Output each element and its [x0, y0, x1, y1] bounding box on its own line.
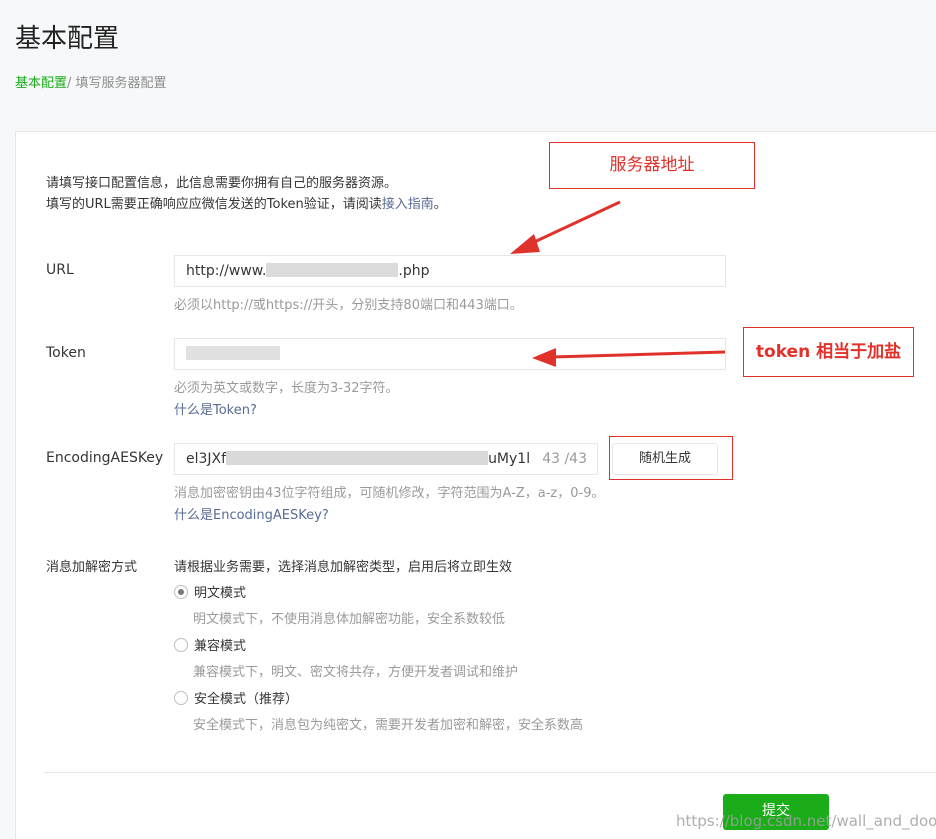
redacted-url-segment	[266, 262, 399, 277]
breadcrumb-current: 填写服务器配置	[75, 76, 167, 91]
redacted-token	[186, 345, 280, 360]
intro-line-2-prefix: 填写的URL需要正确响应应微信发送的Token验证，请阅读	[46, 197, 382, 212]
radio-unchecked-icon[interactable]	[174, 691, 188, 705]
token-tip: 必须为英文或数字，长度为3-32字符。	[174, 381, 399, 396]
aes-key-counter: 43 /43	[542, 451, 587, 467]
radio-option-plaintext-desc: 明文模式下，不使用消息体加解密功能，安全系数较低	[193, 612, 506, 627]
intro-line-2: 填写的URL需要正确响应应微信发送的Token验证，请阅读接入指南。	[46, 194, 447, 215]
aes-key-tip: 消息加密密钥由43位字符组成，可随机修改，字符范围为A-Z，a-z，0-9。	[174, 486, 605, 501]
radio-option-plaintext-label: 明文模式	[194, 586, 247, 601]
encryption-mode-label: 消息加解密方式	[46, 560, 138, 575]
radio-unchecked-icon[interactable]	[174, 638, 188, 652]
radio-option-secure[interactable]: 安全模式（推荐）	[174, 688, 298, 707]
token-label: Token	[46, 345, 86, 361]
aes-key-value-prefix: el3JXf	[186, 451, 227, 467]
url-tip: 必须以http://或https://开头，分别支持80端口和443端口。	[174, 298, 523, 313]
what-is-aes-key-link[interactable]: 什么是EncodingAESKey?	[174, 504, 329, 523]
intro-line-2-suffix: 。	[433, 197, 447, 212]
access-guide-link[interactable]: 接入指南	[382, 197, 434, 212]
token-input[interactable]	[174, 338, 726, 370]
radio-option-compatible[interactable]: 兼容模式	[174, 635, 246, 654]
radio-option-secure-label: 安全模式（推荐）	[194, 692, 299, 707]
radio-option-plaintext[interactable]: 明文模式	[174, 582, 246, 601]
intro-line-1: 请填写接口配置信息，此信息需要你拥有自己的服务器资源。	[46, 176, 398, 191]
breadcrumb-separator: /	[67, 76, 76, 91]
redacted-aes-key	[226, 450, 489, 465]
breadcrumb-link-basic-config[interactable]: 基本配置	[15, 76, 67, 91]
aes-key-label: EncodingAESKey	[46, 450, 164, 466]
url-label: URL	[46, 262, 74, 278]
url-value-suffix: .php	[398, 263, 430, 279]
encryption-hint: 请根据业务需要，选择消息加解密类型，启用后将立即生效	[174, 560, 513, 575]
aes-key-value-suffix: uMy1l	[488, 451, 531, 467]
form-divider	[44, 772, 936, 773]
radio-option-secure-desc: 安全模式下，消息包为纯密文，需要开发者加密和解密，安全系数高	[193, 718, 584, 733]
radio-option-compatible-desc: 兼容模式下，明文、密文将共存，方便开发者调试和维护	[193, 665, 519, 680]
intro-text: 请填写接口配置信息，此信息需要你拥有自己的服务器资源。 填写的URL需要正确响应…	[46, 173, 447, 215]
annotation-server-address: 服务器地址	[549, 142, 755, 189]
aes-key-input[interactable]: el3JXf uMy1l 43 /43	[174, 443, 598, 475]
annotation-token-note: token 相当于加盐	[743, 327, 914, 377]
what-is-token-link[interactable]: 什么是Token?	[174, 399, 257, 418]
url-input[interactable]: http://www. .php	[174, 255, 726, 287]
radio-checked-icon[interactable]	[174, 585, 188, 599]
breadcrumb: 基本配置/ 填写服务器配置	[15, 72, 167, 91]
watermark: https://blog.csdn.net/wall_and_door	[676, 812, 936, 830]
radio-option-compatible-label: 兼容模式	[194, 639, 247, 654]
annotation-random-button-highlight	[609, 436, 733, 480]
page-title: 基本配置	[15, 24, 120, 54]
url-value-prefix: http://www.	[186, 263, 267, 279]
